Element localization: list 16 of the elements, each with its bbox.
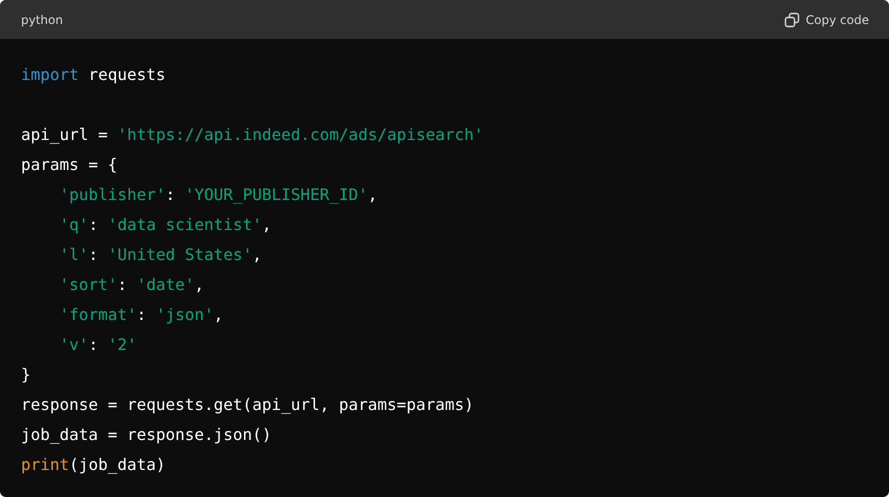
code-line: 'sort': 'date', xyxy=(60,274,204,296)
code-line: print(job_data) xyxy=(21,454,166,476)
code-line: api_url = 'https://api.indeed.com/ads/apisearch' xyxy=(21,124,484,146)
code-line: 'format': 'json', xyxy=(60,304,224,326)
code-line: response = requests.get(api_url, params=params) xyxy=(21,394,474,416)
copy-icon xyxy=(784,12,800,28)
code-line: 'l': 'United States', xyxy=(60,244,262,266)
code-line: params = { xyxy=(21,154,118,176)
code-line: 'publisher': 'YOUR_PUBLISHER_ID', xyxy=(60,184,378,206)
code-line: job_data = response.json() xyxy=(21,424,272,446)
code-line: 'v': '2' xyxy=(60,334,137,356)
code-line: } xyxy=(21,364,31,386)
language-label: python xyxy=(21,12,63,26)
code-line: import requests xyxy=(21,64,166,86)
copy-code-button[interactable]: Copy code xyxy=(784,12,869,28)
code-line: 'q': 'data scientist', xyxy=(60,214,272,236)
